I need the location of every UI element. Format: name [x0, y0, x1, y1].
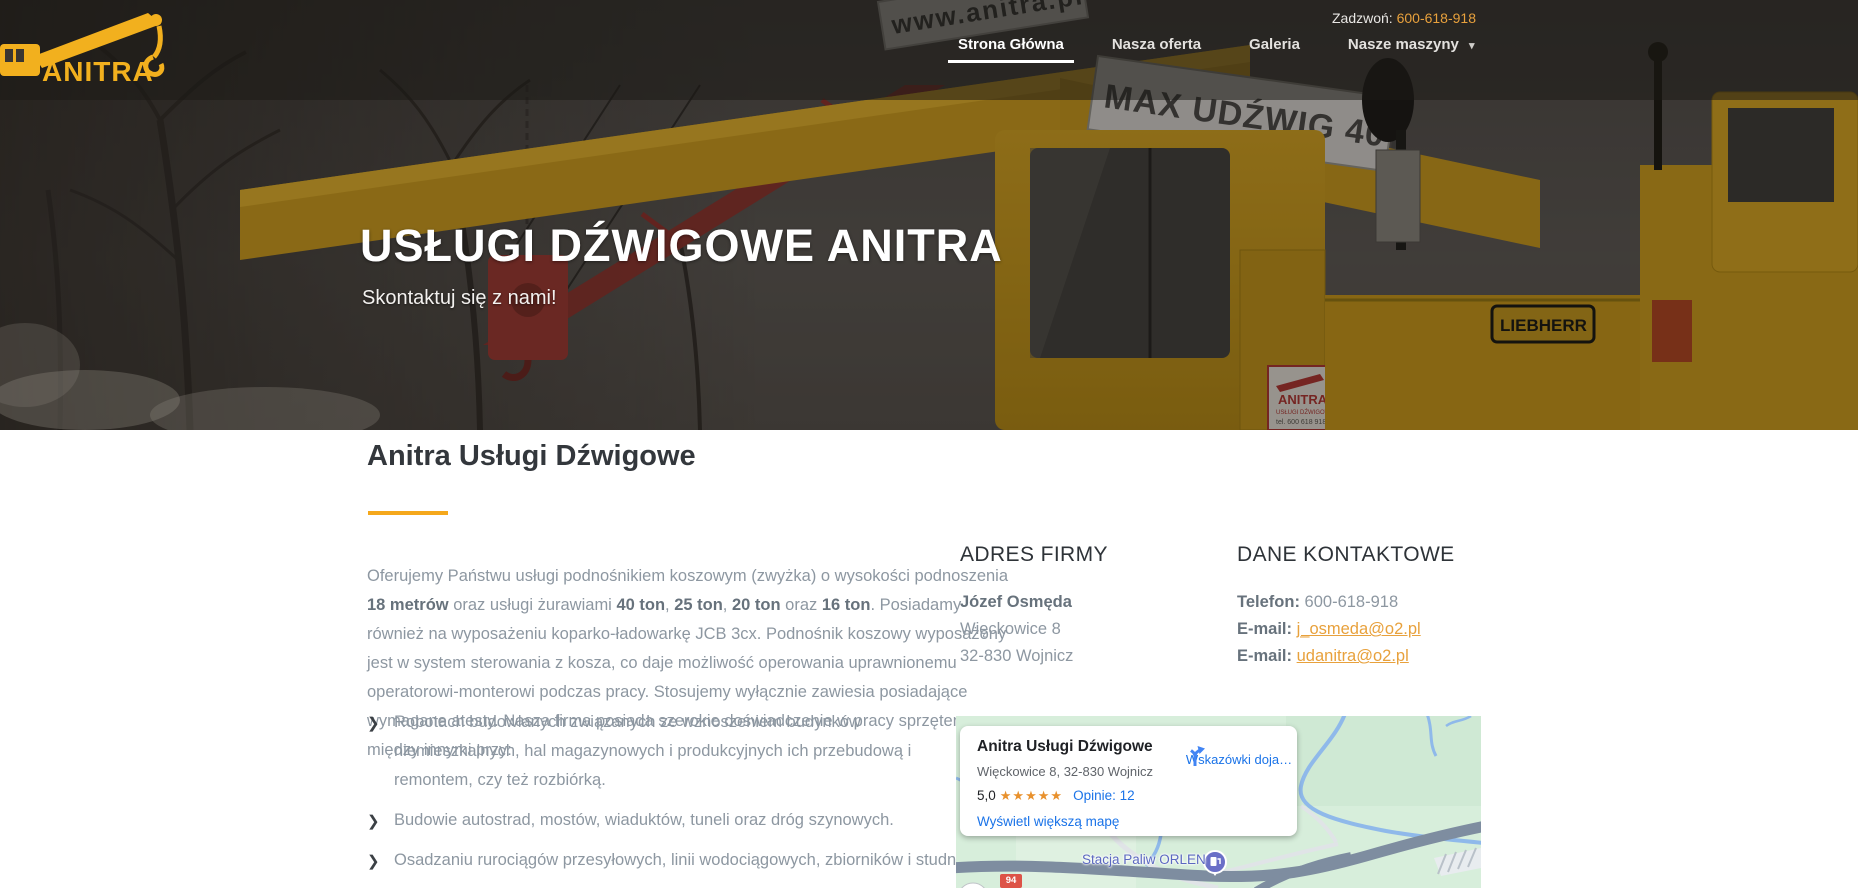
- logo-text: ANITRA: [42, 56, 154, 84]
- para-seg: ,: [665, 595, 675, 614]
- road-number-badge: 94: [1000, 874, 1022, 888]
- header-band: [0, 0, 1858, 100]
- para-seg-bold: 20 ton: [731, 595, 781, 614]
- para-seg-bold: 18 metrów: [367, 595, 449, 614]
- email-label: E-mail:: [1237, 620, 1293, 638]
- para-seg-bold: 25 ton: [674, 595, 723, 614]
- heading-underline: [368, 511, 448, 515]
- contact-block: DANE KONTAKTOWE Telefon: 600-618-918 E-m…: [1237, 543, 1455, 670]
- map-card-address: Więckowice 8, 32-830 Wojnicz: [977, 764, 1154, 779]
- chevron-down-icon: ▾: [1469, 40, 1475, 52]
- nav-nasza-oferta[interactable]: Nasza oferta: [1112, 36, 1201, 71]
- nav-nasze-maszyny-label: Nasze maszyny: [1347, 36, 1459, 53]
- view-larger-map-link[interactable]: Wyświetl większą mapę: [977, 814, 1119, 829]
- call-label: Zadzwoń:: [1332, 10, 1393, 26]
- email-link-2[interactable]: udanitra@o2.pl: [1297, 647, 1409, 665]
- reviews-link[interactable]: Opinie: 12: [1073, 788, 1135, 803]
- map-card-rating: 5,0 ★★★★★ Opinie: 12: [977, 788, 1135, 804]
- address-heading: ADRES FIRMY: [960, 543, 1108, 566]
- page: www.anitra.pl MAX UDŹWIG 40T: [0, 0, 1858, 888]
- hero-subtitle: Skontaktuj się z nami!: [362, 287, 557, 309]
- list-item: ❯ Budowie autostrad, mostów, wiaduktów, t…: [367, 806, 987, 835]
- google-map-embed[interactable]: Stacja Paliw ORLEN 94 Anitra Usługi Dźwi…: [956, 716, 1481, 888]
- company-address-block: ADRES FIRMY Józef Osmęda Więckowice 8 32…: [960, 543, 1108, 670]
- topbar-call: Zadzwoń: 600-618-918: [1332, 10, 1476, 26]
- para-seg: ,: [722, 595, 732, 614]
- list-item-text: Budowie autostrad, mostów, wiaduktów, tu…: [394, 811, 894, 829]
- hero-section: www.anitra.pl MAX UDŹWIG 40T: [0, 0, 1858, 430]
- contact-heading: DANE KONTAKTOWE: [1237, 543, 1455, 566]
- phone-label: Telefon:: [1237, 593, 1300, 611]
- address-city: 32-830 Wojnicz: [960, 647, 1074, 665]
- services-list: ❯ Robotach budowlanych związanych ze wzno…: [367, 708, 987, 888]
- owner-name: Józef Osmęda: [960, 593, 1072, 611]
- contact-phone: 600-618-918: [1304, 593, 1399, 611]
- nav-strona-glowna[interactable]: Strona Główna: [948, 36, 1074, 71]
- chevron-right-icon: ❯: [367, 715, 380, 732]
- hero-photo: www.anitra.pl MAX UDŹWIG 40T: [0, 0, 1858, 430]
- list-item: ❯ Robotach budowlanych związanych ze wzno…: [367, 708, 987, 795]
- page-title: Anitra Usługi Dźwigowe: [367, 440, 696, 472]
- directions-control[interactable]: Wskazówki doja…: [1184, 744, 1294, 767]
- map-card-title: Anitra Usługi Dźwigowe: [977, 738, 1153, 755]
- poi-label-orlen[interactable]: Stacja Paliw ORLEN: [1082, 852, 1206, 867]
- chevron-right-icon: ❯: [367, 813, 380, 830]
- para-seg: oraz usługi żurawiami: [448, 595, 617, 614]
- address-street: Więckowice 8: [960, 620, 1061, 638]
- nav-galeria[interactable]: Galeria: [1249, 36, 1300, 71]
- list-item: ❯ Osadzaniu rurociągów przesyłowych, lini…: [367, 846, 987, 875]
- chevron-right-icon: ❯: [367, 853, 380, 870]
- para-seg-bold: 16 ton: [821, 595, 871, 614]
- hero-title: USŁUGI DŹWIGOWE ANITRA: [360, 220, 1003, 271]
- email-label: E-mail:: [1237, 647, 1293, 665]
- para-seg: Oferujemy Państwu usługi podnośnikiem ko…: [367, 566, 1009, 585]
- main-nav: Strona Główna Nasza oferta Galeria Nasze…: [948, 36, 1475, 71]
- nav-nasze-maszyny[interactable]: Nasze maszyny ▾: [1348, 36, 1475, 71]
- anitra-logo[interactable]: ANITRA: [0, 0, 210, 84]
- topbar-phone-link[interactable]: 600-618-918: [1397, 10, 1476, 26]
- para-seg: oraz: [780, 595, 822, 614]
- directions-icon: [1190, 746, 1205, 766]
- star-rating-icons: ★★★★★: [999, 788, 1064, 803]
- list-item-text: Robotach budowlanych związanych ze wznos…: [394, 713, 912, 789]
- rating-value: 5,0: [977, 788, 996, 803]
- map-info-card: Anitra Usługi Dźwigowe Więckowice 8, 32-…: [960, 726, 1297, 836]
- list-item-text: Osadzaniu rurociągów przesyłowych, linii…: [394, 851, 965, 869]
- para-seg-bold: 40 ton: [616, 595, 666, 614]
- email-link-1[interactable]: j_osmeda@o2.pl: [1297, 620, 1421, 638]
